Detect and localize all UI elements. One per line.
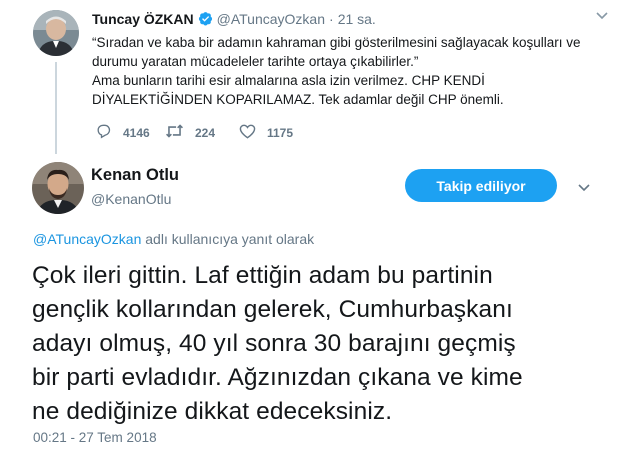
author-avatar[interactable] bbox=[32, 162, 84, 214]
author-handle[interactable]: @KenanOtlu bbox=[91, 191, 171, 207]
parent-tweet-text: “Sıradan ve kaba bir adamın kahraman gib… bbox=[92, 35, 581, 107]
thread-connector-line bbox=[55, 62, 57, 154]
reply-count: 4146 bbox=[123, 125, 150, 140]
like-count: 1175 bbox=[267, 125, 294, 140]
header-separator: · bbox=[329, 11, 334, 27]
retweet-icon bbox=[165, 123, 195, 142]
author-name[interactable]: Kenan Otlu bbox=[91, 166, 179, 185]
chevron-down-icon[interactable] bbox=[577, 180, 591, 198]
parent-author-name[interactable]: Tuncay ÖZKAN bbox=[92, 11, 194, 27]
retweet-button[interactable]: 224 bbox=[165, 123, 239, 142]
tweet-text: Çok ileri gittin. Laf ettiğin adam bu pa… bbox=[32, 262, 523, 425]
chevron-down-icon[interactable] bbox=[595, 8, 609, 26]
reply-context: @ATuncayOzkan adlı kullanıcıya yanıt ola… bbox=[33, 231, 314, 247]
like-button[interactable]: 1175 bbox=[239, 123, 293, 142]
reply-mention-link[interactable]: @ATuncayOzkan bbox=[33, 231, 141, 247]
reply-icon bbox=[95, 123, 123, 142]
retweet-count: 224 bbox=[195, 125, 216, 140]
heart-icon bbox=[239, 123, 267, 142]
following-button[interactable]: Takip ediliyor bbox=[405, 169, 557, 202]
tweet-timestamp[interactable]: 00:21 - 27 Tem 2018 bbox=[33, 430, 157, 445]
parent-tweet-header: Tuncay ÖZKAN @ATuncayOzkan · 21 sa. bbox=[92, 11, 376, 29]
verified-badge-icon bbox=[198, 11, 213, 29]
reply-button[interactable]: 4146 bbox=[95, 123, 165, 142]
parent-author-handle[interactable]: @ATuncayOzkan bbox=[217, 11, 325, 27]
parent-tweet-time[interactable]: 21 sa. bbox=[338, 11, 376, 27]
parent-tweet-actions: 4146 224 1175 bbox=[95, 123, 293, 142]
reply-context-label: adlı kullanıcıya yanıt olarak bbox=[141, 231, 315, 247]
parent-author-avatar[interactable] bbox=[33, 10, 79, 56]
